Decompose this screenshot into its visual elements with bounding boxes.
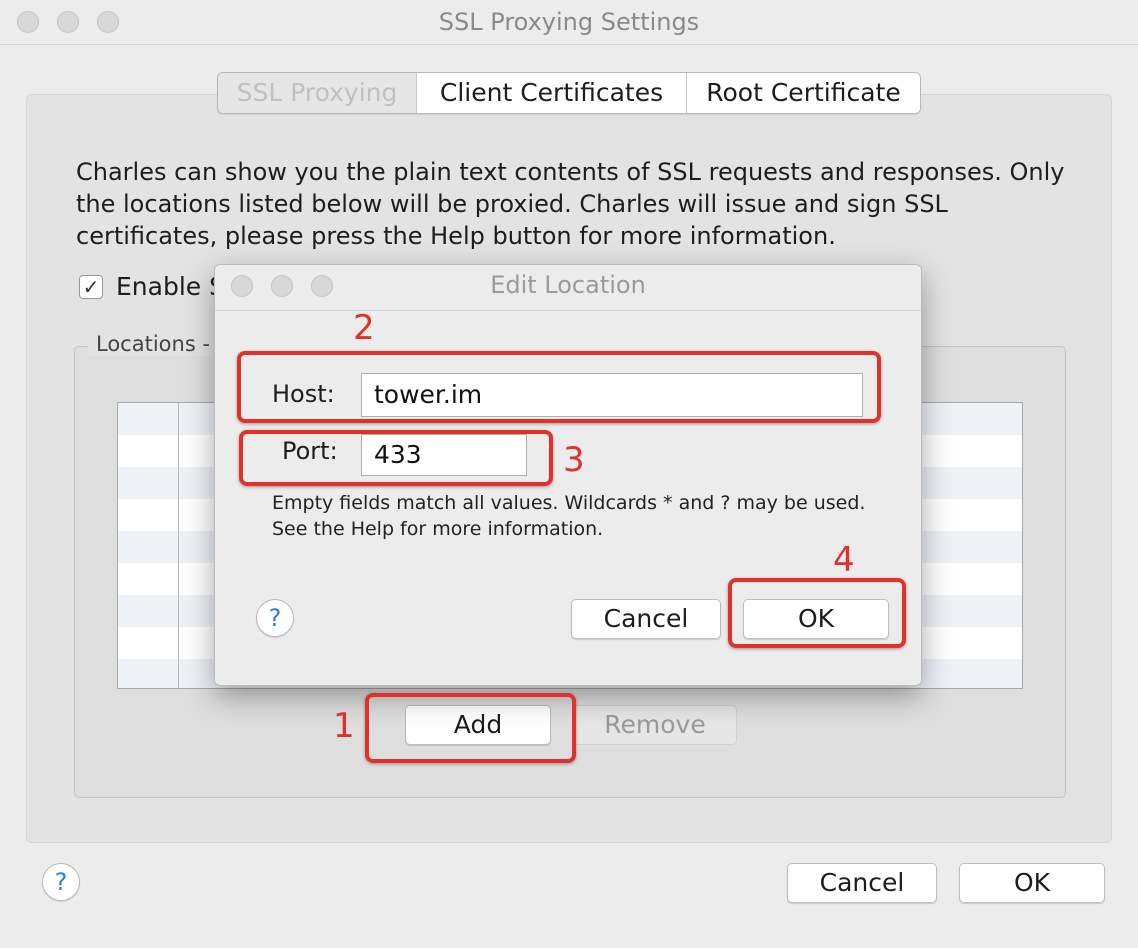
enable-ssl-label: Enable S — [116, 272, 225, 301]
annotation-number-4: 4 — [833, 540, 855, 580]
annotation-box-add — [365, 693, 576, 763]
enable-ssl-checkbox[interactable]: ✓ — [79, 275, 103, 299]
description-text: Charles can show you the plain text cont… — [76, 158, 1065, 250]
dialog-hint-text: Empty fields match all values. Wildcards… — [272, 492, 866, 540]
dialog-help-icon[interactable]: ? — [256, 599, 294, 637]
locations-label: Locations - — [88, 332, 219, 356]
dialog-title: Edit Location — [490, 271, 646, 299]
ok-button[interactable]: OK — [959, 863, 1105, 903]
tab-bar: SSL Proxying Client Certificates Root Ce… — [217, 72, 921, 114]
column-divider[interactable] — [178, 403, 179, 688]
annotation-number-3: 3 — [563, 440, 585, 480]
annotation-box-host — [237, 351, 881, 423]
window-title: SSL Proxying Settings — [438, 8, 700, 36]
annotation-box-ok — [728, 578, 906, 648]
annotation-number-2: 2 — [353, 308, 375, 348]
remove-button[interactable]: Remove — [573, 705, 737, 745]
tab-root-certificate[interactable]: Root Certificate — [687, 73, 920, 113]
tab-ssl-proxying[interactable]: SSL Proxying — [218, 73, 417, 113]
annotation-box-port — [239, 430, 553, 486]
help-icon[interactable]: ? — [42, 863, 80, 901]
annotation-number-1: 1 — [333, 706, 355, 746]
dialog-cancel-button[interactable]: Cancel — [571, 599, 721, 639]
cancel-button[interactable]: Cancel — [787, 863, 937, 903]
tab-client-certificates[interactable]: Client Certificates — [417, 73, 687, 113]
